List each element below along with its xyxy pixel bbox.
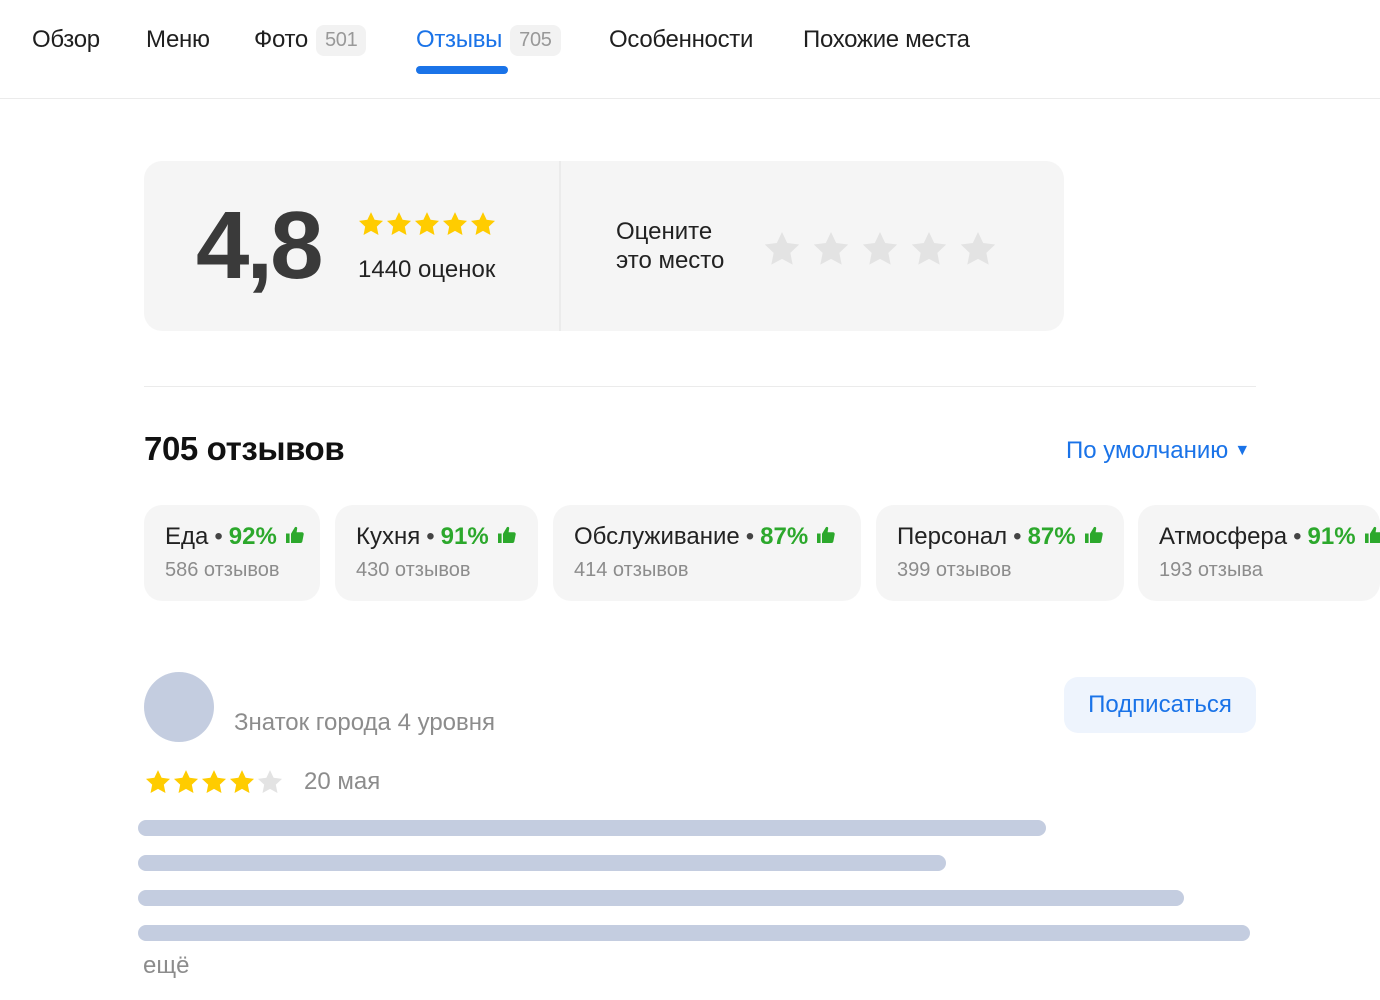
review-date: 20 мая <box>304 768 381 795</box>
star-icon[interactable] <box>811 229 851 273</box>
star-icon[interactable] <box>860 229 900 273</box>
thumbs-up-icon <box>497 523 517 551</box>
read-more-link[interactable]: ещё <box>143 952 189 980</box>
tab-similar-places[interactable]: Похожие места <box>803 22 970 58</box>
aspect-name: Персонал <box>897 523 1008 550</box>
aspect-chip[interactable]: Обслуживание • 87% 414 отзывов <box>553 505 861 601</box>
rate-stars-input[interactable] <box>762 229 998 273</box>
aspect-percent: 87% <box>1027 523 1076 550</box>
tab-label: Особенности <box>609 26 754 53</box>
thumbs-up-icon <box>285 523 305 551</box>
review-text-placeholder <box>138 890 1184 906</box>
aspect-count: 430 отзывов <box>356 559 471 581</box>
subscribe-button[interactable]: Подписаться <box>1064 677 1256 733</box>
aspect-name: Еда <box>165 523 209 550</box>
aspect-percent: 92% <box>228 523 277 550</box>
star-icon[interactable] <box>958 229 998 273</box>
star-icon <box>413 210 441 242</box>
aspect-name: Обслуживание <box>574 523 740 550</box>
star-icon <box>256 768 284 800</box>
thumbs-up-icon <box>816 523 836 551</box>
star-icon[interactable] <box>909 229 949 273</box>
thumbs-up-icon <box>1084 523 1104 551</box>
caret-down-icon: ▼ <box>1234 442 1251 459</box>
review-text-placeholder <box>138 855 946 871</box>
separator-dot: • <box>214 523 223 550</box>
rate-prompt: Оцените это место <box>616 217 724 275</box>
thumbs-up-icon <box>1364 523 1380 551</box>
tab-features[interactable]: Особенности <box>609 22 753 58</box>
aspect-chip-header: Персонал • 87% <box>897 523 1104 551</box>
aspect-count: 399 отзывов <box>897 559 1012 581</box>
average-stars <box>357 210 497 242</box>
ratings-count: 1440 оценок <box>358 256 496 283</box>
aspect-chip[interactable]: Персонал • 87% 399 отзывов <box>876 505 1124 601</box>
star-icon[interactable] <box>762 229 802 273</box>
review-text-placeholder <box>138 820 1046 836</box>
tab-count: 501 <box>315 24 367 56</box>
aspect-name: Кухня <box>356 523 421 550</box>
sort-dropdown[interactable]: По умолчанию ▼ <box>1066 437 1250 465</box>
star-icon <box>469 210 497 242</box>
tab-reviews[interactable]: Отзывы 705 <box>416 22 561 58</box>
tab-label: Фото <box>254 26 308 53</box>
star-icon <box>200 768 228 800</box>
tab-label: Похожие места <box>803 26 970 53</box>
section-divider <box>144 386 1256 387</box>
review-text-placeholder <box>138 925 1250 941</box>
star-icon <box>172 768 200 800</box>
avatar[interactable] <box>144 672 214 742</box>
rate-prompt-line2: это место <box>616 247 725 274</box>
rating-card: 4,8 1440 оценок Оцените это место <box>144 161 1064 331</box>
aspect-count: 586 отзывов <box>165 559 280 581</box>
star-icon <box>228 768 256 800</box>
aspect-chip-header: Кухня • 91% <box>356 523 518 551</box>
separator-dot: • <box>1293 523 1302 550</box>
tab-overview[interactable]: Обзор <box>32 22 100 58</box>
rate-prompt-line1: Оцените <box>616 218 713 245</box>
tab-label: Отзывы <box>416 26 503 53</box>
aspect-chip[interactable]: Атмосфера • 91% 193 отзыва <box>1138 505 1380 601</box>
tab-photos[interactable]: Фото 501 <box>254 22 367 58</box>
aspect-chip-header: Обслуживание • 87% <box>574 523 841 551</box>
author-level: Знаток города 4 уровня <box>234 709 496 736</box>
aspect-chip[interactable]: Еда • 92% 586 отзывов <box>144 505 320 601</box>
aspect-count: 193 отзыва <box>1159 559 1263 581</box>
aspect-chip-header: Еда • 92% <box>165 523 304 551</box>
tab-label: Обзор <box>32 26 100 53</box>
aspect-count: 414 отзывов <box>574 559 689 581</box>
tabs-bar: Обзор Меню Фото 501 Отзывы 705 Особенности… <box>0 0 1380 99</box>
separator-dot: • <box>426 523 435 550</box>
tab-count: 705 <box>510 24 561 56</box>
reviews-title: 705 отзывов <box>144 430 345 467</box>
aspect-chip[interactable]: Кухня • 91% 430 отзывов <box>335 505 538 601</box>
sort-label: По умолчанию <box>1066 437 1229 464</box>
review-stars <box>144 768 284 800</box>
star-icon <box>357 210 385 242</box>
star-icon <box>385 210 413 242</box>
card-divider <box>559 161 561 331</box>
star-icon <box>441 210 469 242</box>
tab-menu[interactable]: Меню <box>146 22 210 58</box>
star-icon <box>144 768 172 800</box>
average-rating: 4,8 <box>196 192 323 299</box>
tab-label: Меню <box>146 26 210 53</box>
aspect-percent: 91% <box>440 523 489 550</box>
aspect-name: Атмосфера <box>1159 523 1288 550</box>
active-tab-indicator <box>416 66 508 74</box>
separator-dot: • <box>745 523 755 550</box>
separator-dot: • <box>1013 523 1022 550</box>
aspect-chip-header: Атмосфера • 91% <box>1159 523 1380 551</box>
aspect-percent: 87% <box>760 523 809 550</box>
aspect-percent: 91% <box>1307 523 1356 550</box>
